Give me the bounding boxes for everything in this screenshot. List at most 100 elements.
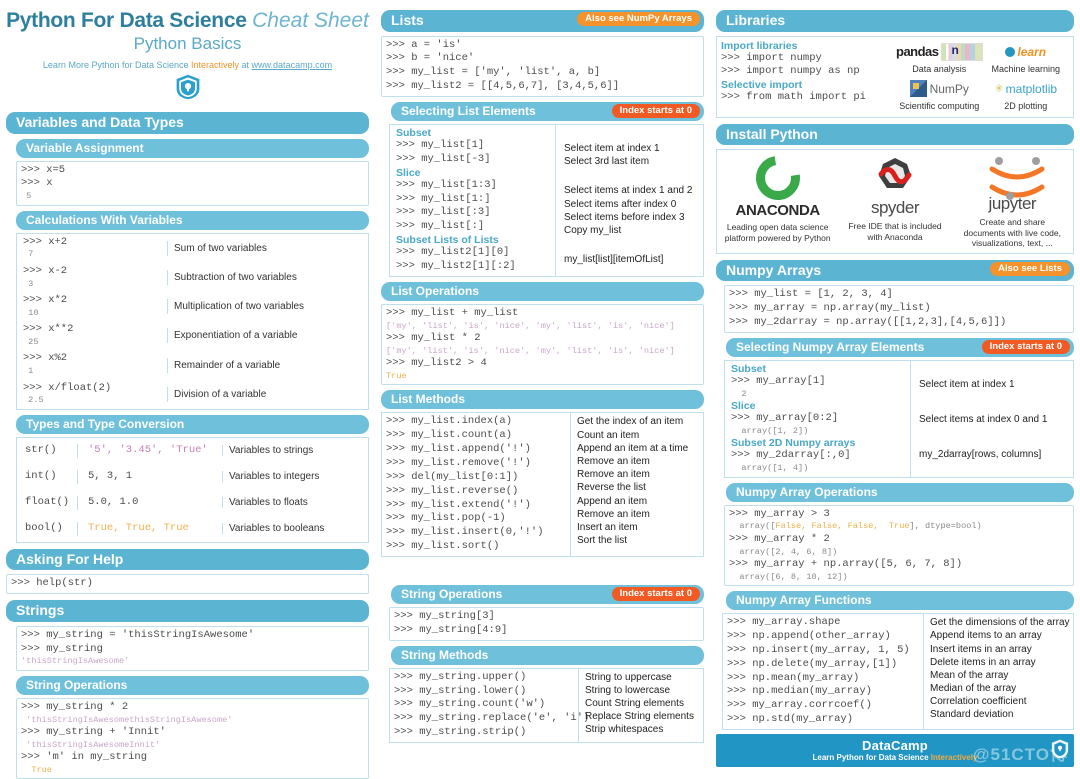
code-line: >>> my_2darray[:,0]: [731, 449, 904, 463]
code-line: >>> my_string.lower(): [394, 685, 574, 699]
table-row: >>> x**2 25 Exponentiation of a variable: [17, 321, 368, 350]
library-matplotlib: ✳ matplotlib 2D plotting: [983, 77, 1070, 114]
desc-line: Mean of the array: [930, 669, 1073, 682]
desc-line: Select 3rd last item: [564, 155, 703, 168]
table-row: >>> x-2 3 Subtraction of two variables: [17, 263, 368, 292]
cell-code: >>> x*2 10: [17, 292, 167, 321]
desc-line: Sort the list: [577, 534, 703, 547]
code-line: >>> my_list.pop(-1): [386, 512, 566, 526]
table-selecting-list-elements: Subset >>> my_list[1] >>> my_list[-3] Sl…: [389, 124, 704, 277]
desc-line: Remove an item: [577, 508, 703, 521]
desc-line: Remove an item: [577, 455, 703, 468]
section-title: Libraries: [726, 12, 785, 28]
install-caption: Free IDE that is included with Anaconda: [840, 221, 949, 242]
code-line: >>> my_list2 = [[4,5,6,7], [3,4,5,6]]: [386, 80, 699, 94]
datacamp-link[interactable]: www.datacamp.com: [252, 60, 333, 70]
desc-line: my_list[list][itemOfList]: [564, 253, 703, 266]
code-block-lists: >>> a = 'is' >>> b = 'nice' >>> my_list …: [381, 36, 704, 97]
subsection-title: String Methods: [401, 648, 488, 662]
out-pre: array([: [729, 521, 775, 531]
desc-line: Delete items in an array: [930, 656, 1073, 669]
cell-desc: Division of a variable: [167, 387, 368, 402]
desc-line: Copy my_list: [564, 224, 703, 237]
desc-line: Insert an item: [577, 521, 703, 534]
code-line: >>> x%2: [23, 352, 161, 366]
badge-also-see-lists[interactable]: Also see Lists: [990, 262, 1070, 276]
subsection-string-operations: String Operations: [16, 676, 369, 695]
desc-line: Count an item: [577, 429, 703, 442]
cell-desc: Exponentiation of a variable: [167, 328, 368, 343]
badge-also-see-numpy-arrays[interactable]: Also see NumPy Arrays: [577, 12, 700, 26]
table-row: float() 5.0, 1.0 Variables to floats: [17, 490, 368, 516]
subsection-title: Calculations With Variables: [26, 213, 183, 227]
group-label-subset-2d: Subset 2D Numpy arrays: [731, 437, 904, 449]
table-calculations: >>> x+2 7 Sum of two variables >>> x-2 3…: [16, 233, 369, 410]
code-output: array([6, 8, 10, 12]): [729, 572, 1069, 583]
desc-line: Append an item at a time: [577, 442, 703, 455]
code-output: array([2, 4, 6, 8]): [729, 547, 1069, 558]
tagline-interactively: Interactively: [191, 60, 239, 70]
section-title: Strings: [16, 602, 64, 618]
subsection-selecting-numpy-array-elements: Selecting Numpy Array Elements Index sta…: [726, 338, 1074, 357]
title-italic: Cheat Sheet: [252, 9, 369, 32]
badge-index-starts-at-0[interactable]: Index starts at 0: [612, 104, 700, 118]
code-line: >>> my_array[0:2]: [731, 412, 904, 426]
column-right: Libraries Import libraries >>> import nu…: [710, 0, 1080, 764]
anaconda-wordmark: ANACONDA: [723, 202, 832, 219]
cell-desc: Variables to booleans: [222, 523, 368, 534]
badge-index-starts-at-0[interactable]: Index starts at 0: [982, 340, 1070, 354]
code-output: 2: [731, 389, 904, 400]
library-caption: Machine learning: [983, 64, 1070, 74]
cell-desc: Variables to integers: [222, 471, 368, 482]
subsection-title: Types and Type Conversion: [26, 417, 184, 431]
desc-line: Strip whitespaces: [585, 723, 703, 736]
code-output: 1: [23, 366, 161, 377]
desc-line: Select items after index 0: [564, 198, 703, 211]
cell-desc-column: Get the dimensions of the array Append i…: [923, 614, 1073, 729]
matplotlib-star-icon: ✳: [994, 82, 1003, 95]
subsection-variable-assignment: Variable Assignment: [16, 139, 369, 158]
subsection-selecting-list-elements: Selecting List Elements Index starts at …: [391, 102, 704, 121]
cell-desc-column: Get the index of an item Count an item A…: [570, 413, 703, 556]
subsection-numpy-array-operations: Numpy Array Operations: [726, 483, 1074, 502]
cell-value: 5, 3, 1: [77, 470, 222, 484]
library-caption: Data analysis: [896, 64, 983, 74]
code-line: >>> my_array + np.array([5, 6, 7, 8]): [729, 558, 1069, 572]
sk-dot-icon: [1005, 47, 1015, 57]
code-line: >>> my_array > 3: [729, 508, 1069, 522]
code-output: 10: [23, 308, 161, 319]
cell-desc: Variables to floats: [222, 497, 368, 508]
subsection-title: String Operations: [401, 587, 502, 601]
code-line: >>> my_string[4:9]: [394, 624, 699, 638]
install-caption: Leading open data science platform power…: [723, 222, 832, 243]
cell-desc-column: Select item at index 1 Select 3rd last i…: [555, 125, 703, 276]
cheat-sheet: Python For Data Science Cheat Sheet Pyth…: [0, 0, 1080, 764]
cell-code-column: >>> my_array.shape >>> np.append(other_a…: [723, 614, 923, 729]
datacamp-shield-icon: [6, 73, 369, 106]
table-string-methods: >>> my_string.upper() >>> my_string.lowe…: [389, 668, 704, 743]
subsection-numpy-array-functions: Numpy Array Functions: [726, 591, 1074, 610]
code-line: >>> my_list2 > 4: [386, 357, 699, 371]
cell-code-column: >>> my_list.index(a) >>> my_list.count(a…: [382, 413, 570, 556]
section-install-python: Install Python: [716, 124, 1074, 146]
code-output: array([1, 2]): [731, 426, 904, 437]
subsection-title: Selecting Numpy Array Elements: [736, 340, 924, 354]
code-line: >>> my_list[1:3]: [396, 179, 549, 193]
code-line: >>> my_array = np.array(my_list): [729, 302, 1069, 316]
matplotlib-logo-icon: ✳ matplotlib: [983, 78, 1070, 100]
section-asking-for-help: Asking For Help: [6, 549, 369, 571]
code-line: >>> my_string * 2: [21, 701, 364, 715]
code-output: 3: [23, 279, 161, 290]
cell-code-column: >>> my_string.upper() >>> my_string.lowe…: [390, 669, 578, 742]
code-line: >>> my_list.append('!'): [386, 443, 566, 457]
cell-function: int(): [17, 470, 77, 484]
code-line: >>> my_string.replace('e', 'i'): [394, 712, 574, 726]
code-line: >>> my_string[3]: [394, 610, 699, 624]
subsection-title: Numpy Array Operations: [736, 485, 878, 499]
badge-index-starts-at-0[interactable]: Index starts at 0: [612, 587, 700, 601]
desc-line: Select item at index 1: [919, 378, 1073, 391]
cell-value: True, True, True: [77, 522, 222, 536]
datacamp-shield-icon-footer: [1050, 738, 1070, 760]
library-caption: Scientific computing: [896, 101, 983, 111]
code-line: >>> my_list = ['my', 'list', a, b]: [386, 66, 699, 80]
